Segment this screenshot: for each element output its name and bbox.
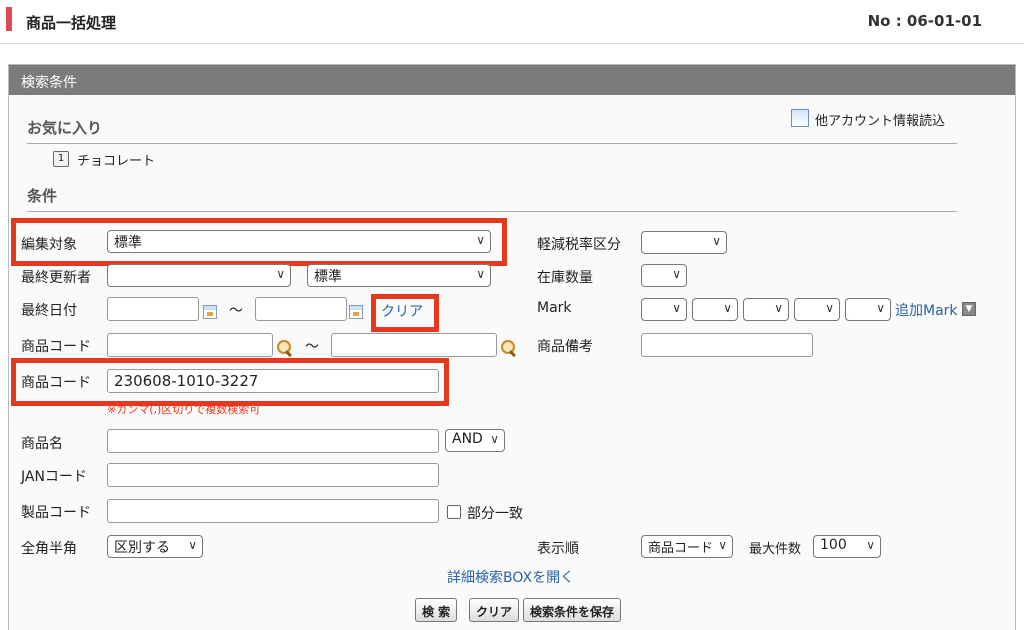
mark-label: Mark [537, 300, 572, 316]
last-date-from-input[interactable] [107, 297, 199, 321]
chevron-down-icon: ∨ [718, 538, 727, 552]
last-updater-type-value: 標準 [314, 269, 342, 285]
favorites-heading-label: お気に入り [27, 119, 103, 137]
product-code-note: ※カンマ(,)区切りで複数検索可 [107, 403, 261, 416]
favorite-item-badge-icon: 1 [53, 151, 69, 167]
mark-select-2[interactable]: ∨ [692, 298, 738, 321]
expand-down-icon[interactable]: ▼ [962, 302, 976, 316]
code-range-tilde: 〜 [305, 339, 319, 355]
chevron-down-icon: ∨ [672, 267, 681, 281]
date-range-tilde: 〜 [229, 303, 243, 319]
open-detail-search-link[interactable]: 詳細検索BOXを開く [447, 567, 574, 587]
favorite-item-chocolate[interactable]: チョコレート [77, 150, 155, 169]
jan-code-label: JANコード [21, 469, 87, 485]
product-code-range-label: 商品コード [21, 339, 91, 355]
maker-code-label: 製品コード [21, 505, 91, 521]
last-updater-type-select[interactable]: 標準 ∨ [307, 264, 491, 287]
last-date-to-input[interactable] [255, 297, 347, 321]
partial-match-checkbox[interactable] [447, 505, 461, 519]
product-name-op-select[interactable]: AND ∨ [445, 429, 505, 452]
search-panel: 検索条件 お気に入り 他アカウント情報読込 1 チョコレート 条件 編集対象 標… [8, 64, 1016, 630]
conditions-heading-label: 条件 [27, 187, 58, 205]
maker-code-input[interactable] [107, 499, 439, 523]
chevron-down-icon: ∨ [672, 301, 681, 315]
chevron-down-icon: ∨ [476, 267, 485, 281]
width-value: 区別する [114, 540, 170, 556]
add-mark-link[interactable]: 追加Mark [895, 300, 958, 320]
product-code-label: 商品コード [21, 375, 91, 391]
stock-qty-select[interactable]: ∨ [641, 264, 687, 287]
tax-class-label: 軽減税率区分 [537, 237, 621, 253]
chevron-down-icon: ∨ [490, 432, 499, 446]
chevron-down-icon: ∨ [825, 301, 834, 315]
panel-title: 検索条件 [9, 65, 1015, 95]
conditions-heading: 条件 [27, 185, 957, 212]
sort-value: 商品コード [648, 541, 714, 556]
top-bar: 商品一括処理 No : 06-01-01 [0, 0, 1024, 44]
account-info-icon[interactable] [791, 109, 809, 127]
product-code-from-input[interactable] [107, 333, 273, 357]
other-account-link[interactable]: 他アカウント情報読込 [815, 110, 945, 129]
product-note-label: 商品備考 [537, 339, 593, 355]
product-name-input[interactable] [107, 429, 439, 453]
chevron-down-icon: ∨ [723, 301, 732, 315]
chevron-down-icon: ∨ [276, 267, 285, 281]
mark-select-4[interactable]: ∨ [794, 298, 840, 321]
sort-select[interactable]: 商品コード ∨ [641, 535, 733, 558]
calendar-icon[interactable] [203, 305, 217, 319]
tax-class-select[interactable]: ∨ [641, 231, 727, 254]
clear-button[interactable]: クリア [469, 598, 520, 622]
mark-select-5[interactable]: ∨ [845, 298, 891, 321]
calendar-icon[interactable] [349, 305, 363, 319]
chevron-down-icon: ∨ [866, 538, 875, 552]
search-icon[interactable] [277, 340, 293, 356]
mark-select-3[interactable]: ∨ [743, 298, 789, 321]
date-clear-link[interactable]: クリア [381, 301, 423, 321]
max-count-label: 最大件数 [749, 542, 802, 557]
last-date-label: 最終日付 [21, 303, 77, 319]
max-count-value: 100 [820, 537, 847, 553]
save-conditions-button[interactable]: 検索条件を保存 [523, 598, 622, 622]
chevron-down-icon: ∨ [774, 301, 783, 315]
edit-target-select[interactable]: 標準 ∨ [107, 230, 491, 253]
product-name-label: 商品名 [21, 436, 63, 452]
product-code-input[interactable]: 230608-1010-3227 [107, 369, 439, 393]
product-name-op-value: AND [452, 431, 483, 447]
chevron-down-icon: ∨ [188, 538, 197, 552]
width-label: 全角半角 [21, 541, 77, 557]
jan-code-input[interactable] [107, 463, 439, 487]
chevron-down-icon: ∨ [712, 234, 721, 248]
title-accent-bar [6, 7, 12, 31]
page-title: 商品一括処理 [26, 14, 117, 32]
last-updater-label: 最終更新者 [21, 270, 91, 286]
edit-target-value: 標準 [114, 235, 142, 251]
mark-select-1[interactable]: ∨ [641, 298, 687, 321]
width-select[interactable]: 区別する ∨ [107, 535, 203, 558]
max-count-select[interactable]: 100 ∨ [813, 535, 881, 558]
partial-match-label: 部分一致 [467, 506, 523, 522]
stock-qty-label: 在庫数量 [537, 270, 593, 286]
product-note-input[interactable] [641, 333, 813, 357]
chevron-down-icon: ∨ [876, 301, 885, 315]
edit-target-label: 編集対象 [21, 237, 77, 253]
sort-label: 表示順 [537, 541, 579, 557]
search-icon[interactable] [501, 340, 517, 356]
search-button[interactable]: 検 索 [415, 598, 458, 622]
page-number: No : 06-01-01 [867, 12, 982, 30]
product-code-to-input[interactable] [331, 333, 497, 357]
last-updater-select[interactable]: ∨ [107, 264, 291, 287]
chevron-down-icon: ∨ [476, 233, 485, 247]
